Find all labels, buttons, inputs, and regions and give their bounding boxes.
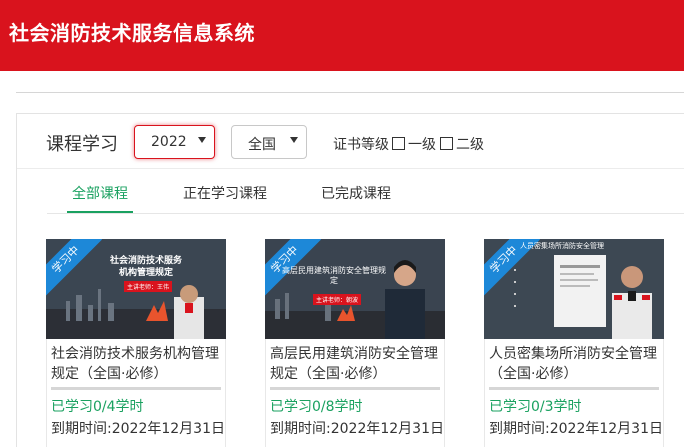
- progress-bar: [489, 387, 659, 390]
- page-title: 课程学习: [46, 134, 118, 155]
- thumbnail-title: 社会消防技术服务 机构管理规定: [109, 256, 182, 278]
- tab-in-progress[interactable]: 正在学习课程: [183, 183, 267, 203]
- caret-down-icon: [198, 137, 206, 143]
- expiry-date: 到期时间:2022年12月31日: [270, 421, 444, 437]
- grade-1-checkbox[interactable]: [392, 137, 405, 150]
- thumbnail-lecturer: 主讲老师：朝波: [313, 294, 362, 305]
- year-select[interactable]: 2022: [134, 125, 215, 159]
- studied-hours: 已学习0/3学时: [489, 399, 582, 415]
- course-thumbnail[interactable]: 学习中 高层民用建筑消防安全管理规定 主讲老师：朝波: [265, 239, 445, 339]
- tab-all-courses[interactable]: 全部课程: [72, 183, 128, 203]
- course-panel: 课程学习 2022 全国 证书等级 一级 二级 全部课程 正在学习课程 已完成课…: [16, 113, 684, 447]
- expiry-date: 到期时间:2022年12月31日: [51, 421, 225, 437]
- course-card[interactable]: 学习中 社会消防技术服务 机构管理规定 主讲老师：王伟 社会消防技术服务机构管理…: [46, 239, 226, 447]
- thumbnail-lecturer: 主讲老师：王伟: [124, 281, 173, 292]
- progress-bar: [270, 387, 440, 390]
- studied-hours: 已学习0/4学时: [51, 399, 144, 415]
- certificate-grade-label: 证书等级: [333, 137, 389, 153]
- expiry-date: 到期时间:2022年12月31日: [489, 421, 663, 437]
- thumbnail-title: 高层民用建筑消防安全管理规定: [282, 266, 386, 285]
- course-card[interactable]: 学习中 高层民用建筑消防安全管理规定 主讲老师：朝波 高层民用建筑消防安全管理规…: [265, 239, 445, 447]
- site-title: 社会消防技术服务信息系统: [9, 21, 255, 45]
- region-select[interactable]: 全国: [231, 125, 307, 159]
- studied-hours: 已学习0/8学时: [270, 399, 363, 415]
- grade-2-checkbox[interactable]: [440, 137, 453, 150]
- grade-2-label[interactable]: 二级: [456, 134, 484, 154]
- course-tabs: 全部课程 正在学习课程 已完成课程: [47, 170, 684, 214]
- caret-down-icon: [290, 137, 298, 143]
- progress-bar: [51, 387, 221, 390]
- course-thumbnail[interactable]: 学习中 人员密集场所消防安全管理: [484, 239, 664, 339]
- thumbnail-title: 人员密集场所消防安全管理: [520, 242, 604, 250]
- region-select-value: 全国: [248, 137, 276, 153]
- panel-header: 课程学习 2022 全国 证书等级 一级 二级: [17, 114, 684, 169]
- year-select-value: 2022: [151, 134, 187, 150]
- header-divider: [16, 92, 684, 93]
- top-banner: 社会消防技术服务信息系统: [0, 0, 684, 71]
- course-title[interactable]: 社会消防技术服务机构管理规定（全国·必修）: [51, 344, 223, 384]
- course-card[interactable]: 学习中 人员密集场所消防安全管理 人员密集场所消防安全管理（全国·必修） 已学习…: [484, 239, 664, 447]
- course-title[interactable]: 高层民用建筑消防安全管理规定（全国·必修）: [270, 344, 442, 384]
- tab-completed[interactable]: 已完成课程: [321, 183, 391, 203]
- course-title[interactable]: 人员密集场所消防安全管理（全国·必修）: [489, 344, 661, 384]
- grade-1-label[interactable]: 一级: [408, 134, 436, 154]
- active-tab-indicator: [67, 211, 133, 213]
- course-thumbnail[interactable]: 学习中 社会消防技术服务 机构管理规定 主讲老师：王伟: [46, 239, 226, 339]
